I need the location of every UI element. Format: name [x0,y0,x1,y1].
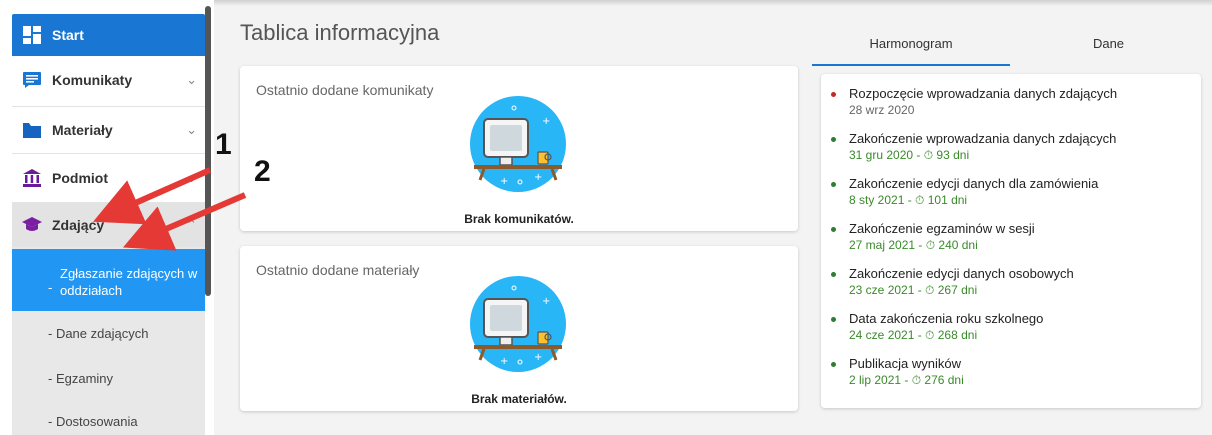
annotation-number-1: 1 [215,128,232,161]
annotation-arrow-2 [122,192,247,251]
annotation-arrow-1 [93,167,212,225]
annotation-arrows [93,167,247,251]
annotation-number-2: 2 [254,155,271,188]
